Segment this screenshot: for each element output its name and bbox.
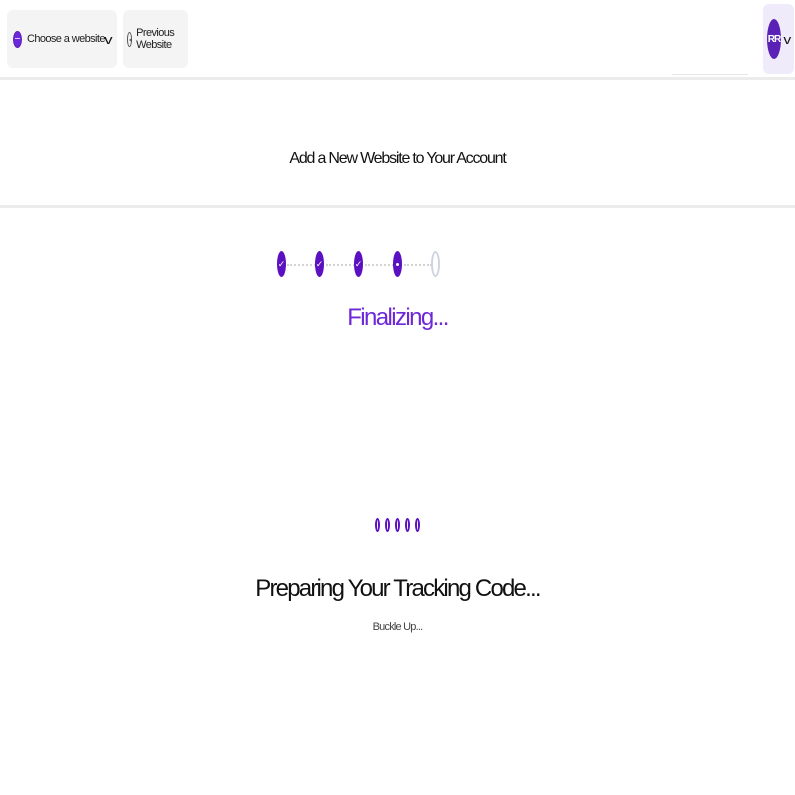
user-chevron-down-icon: v	[783, 31, 792, 47]
loading-dot	[375, 518, 380, 532]
step-3-check-icon: ✓	[354, 251, 363, 277]
loading-indicator	[0, 518, 795, 536]
top-bar: Choose a website v Previous Website RR v	[0, 0, 795, 80]
current-step-dot	[396, 262, 399, 266]
step-connector	[365, 264, 394, 266]
globe-icon	[13, 30, 22, 48]
previous-website-button[interactable]: Previous Website	[123, 10, 188, 68]
website-selector-label: Choose a website	[27, 33, 105, 45]
page-title: Add a New Website to Your Account	[289, 150, 506, 167]
loading-dot	[385, 518, 390, 532]
loading-dot	[405, 518, 410, 532]
progress-stepper: ✓ ✓ ✓	[0, 251, 795, 279]
step-5-pending	[431, 251, 440, 277]
section-divider	[0, 205, 795, 208]
step-1-check-icon: ✓	[277, 251, 286, 277]
step-connector	[404, 264, 432, 266]
user-menu[interactable]: RR v	[763, 4, 794, 74]
website-selector[interactable]: Choose a website v	[7, 10, 117, 68]
status-text: Finalizing...	[347, 304, 449, 331]
previous-website-label: Previous Website	[136, 27, 175, 51]
avatar: RR	[767, 19, 781, 59]
step-2-check-icon: ✓	[315, 251, 324, 277]
loading-dot	[395, 518, 400, 532]
step-4-current	[393, 251, 402, 277]
loading-dot	[415, 518, 420, 532]
chevron-down-icon: v	[104, 31, 112, 47]
step-connector	[287, 264, 316, 266]
loading-title: Preparing Your Tracking Code...	[255, 575, 541, 602]
step-connector	[326, 264, 355, 266]
header-underline	[672, 74, 748, 75]
loading-subtitle: Buckle Up...	[372, 621, 424, 633]
back-circle-icon	[127, 31, 133, 47]
